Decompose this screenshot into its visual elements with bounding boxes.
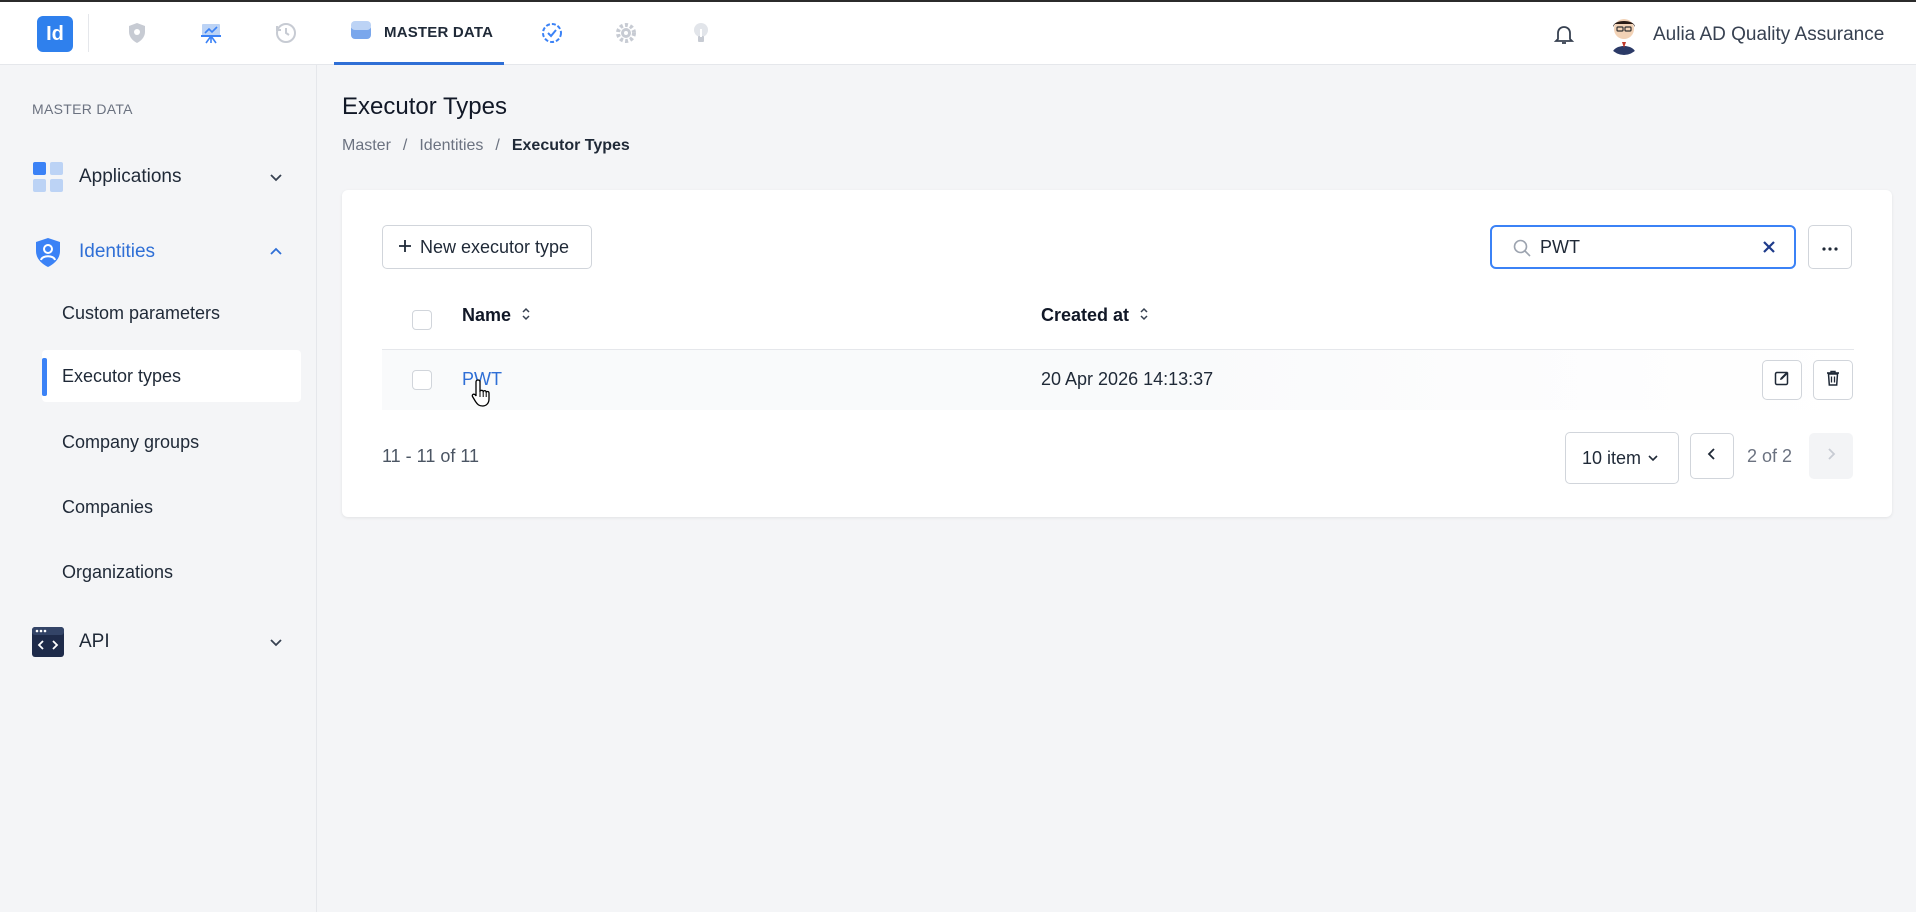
check-circle-icon[interactable] xyxy=(539,20,565,46)
chevron-left-icon xyxy=(1707,447,1717,466)
breadcrumb-master[interactable]: Master xyxy=(342,137,391,155)
tab-master-data-label: MASTER DATA xyxy=(384,23,494,41)
chevron-up-icon xyxy=(268,244,284,260)
page-indicator: 2 of 2 xyxy=(1747,446,1793,466)
trash-icon xyxy=(1826,370,1840,391)
more-options-button[interactable] xyxy=(1808,225,1852,269)
new-executor-type-button[interactable]: New executor type xyxy=(382,225,592,269)
row-checkbox[interactable] xyxy=(412,370,432,390)
edit-button[interactable] xyxy=(1762,360,1802,400)
bell-icon[interactable] xyxy=(1552,22,1576,46)
sidebar-item-label: Company groups xyxy=(62,431,200,452)
sidebar-title: MASTER DATA xyxy=(32,101,133,117)
tab-master-data[interactable]: MASTER DATA xyxy=(334,2,504,65)
logo-divider xyxy=(88,14,89,52)
column-header-name[interactable]: Name xyxy=(462,298,531,332)
identity-shield-icon xyxy=(32,236,64,268)
database-icon xyxy=(350,19,372,46)
table-row: PWT 20 Apr 2026 14:13:37 xyxy=(382,350,1854,410)
chevron-right-icon xyxy=(1826,447,1836,466)
sidebar-item-executor-types[interactable]: Executor types xyxy=(42,350,301,402)
delete-button[interactable] xyxy=(1813,360,1853,400)
code-window-icon xyxy=(32,626,64,658)
chevron-down-icon xyxy=(268,634,284,650)
shield-icon[interactable] xyxy=(124,20,150,46)
sidebar-item-label: Companies xyxy=(62,496,154,517)
page-size-select[interactable]: 10 item xyxy=(1565,432,1679,484)
sidebar: MASTER DATA Applications Identities Cust… xyxy=(0,65,317,912)
sidebar-group-applications[interactable]: Applications xyxy=(0,152,317,202)
app-logo[interactable]: Id xyxy=(37,16,73,52)
ellipsis-icon xyxy=(1822,238,1838,256)
top-navigation-bar: Id MASTER DATA Aulia AD Quality Assuranc… xyxy=(0,0,1916,65)
sort-icon xyxy=(1139,305,1149,326)
previous-page-button[interactable] xyxy=(1690,433,1734,479)
column-header-created-at[interactable]: Created at xyxy=(1041,298,1149,332)
page-size-label: 10 item xyxy=(1582,447,1642,468)
plus-icon xyxy=(398,237,412,258)
next-page-button[interactable] xyxy=(1809,433,1853,479)
row-name-link[interactable]: PWT xyxy=(462,369,502,390)
select-all-checkbox[interactable] xyxy=(412,310,432,330)
breadcrumb: Master / Identities / Executor Types xyxy=(342,137,630,155)
new-executor-type-label: New executor type xyxy=(420,236,570,257)
sidebar-item-label: Executor types xyxy=(62,365,182,386)
clear-search-icon[interactable] xyxy=(1760,238,1778,256)
breadcrumb-separator: / xyxy=(495,137,500,154)
sidebar-item-label: Custom parameters xyxy=(62,302,221,323)
breadcrumb-current: Executor Types xyxy=(511,137,630,154)
column-header-label: Created at xyxy=(1041,304,1130,325)
search-input[interactable] xyxy=(1540,235,1750,259)
applications-icon xyxy=(32,161,64,193)
history-icon[interactable] xyxy=(273,20,299,46)
user-name[interactable]: Aulia AD Quality Assurance xyxy=(1653,24,1884,46)
sidebar-group-applications-label: Applications xyxy=(79,166,182,187)
column-header-label: Name xyxy=(462,304,512,325)
edit-icon xyxy=(1774,370,1790,391)
page-title: Executor Types xyxy=(342,93,507,120)
breadcrumb-identities[interactable]: Identities xyxy=(419,137,483,155)
breadcrumb-separator: / xyxy=(402,137,408,154)
avatar[interactable] xyxy=(1606,15,1642,55)
executor-types-card: New executor type Name Created at PWT 20… xyxy=(342,190,1892,517)
chevron-down-icon xyxy=(1647,448,1659,469)
gear-icon[interactable] xyxy=(613,20,639,46)
presentation-icon[interactable] xyxy=(198,20,224,46)
sidebar-group-api[interactable]: API xyxy=(0,617,317,667)
search-icon xyxy=(1512,238,1532,258)
pagination-range: 11 - 11 of 11 xyxy=(382,446,480,466)
sidebar-item-companies[interactable]: Companies xyxy=(42,481,301,533)
lightbulb-icon[interactable] xyxy=(688,20,714,46)
chevron-down-icon xyxy=(268,169,284,185)
sidebar-item-custom-parameters[interactable]: Custom parameters xyxy=(42,287,301,339)
sidebar-group-identities[interactable]: Identities xyxy=(0,227,317,277)
search-box xyxy=(1490,225,1796,269)
sidebar-item-organizations[interactable]: Organizations xyxy=(42,546,301,598)
sidebar-group-api-label: API xyxy=(79,631,110,652)
sidebar-item-company-groups[interactable]: Company groups xyxy=(42,416,301,468)
sidebar-group-identities-label: Identities xyxy=(79,241,156,262)
sidebar-item-label: Organizations xyxy=(62,561,174,582)
sort-icon xyxy=(521,305,531,326)
row-created-at: 20 Apr 2026 14:13:37 xyxy=(1041,369,1214,389)
